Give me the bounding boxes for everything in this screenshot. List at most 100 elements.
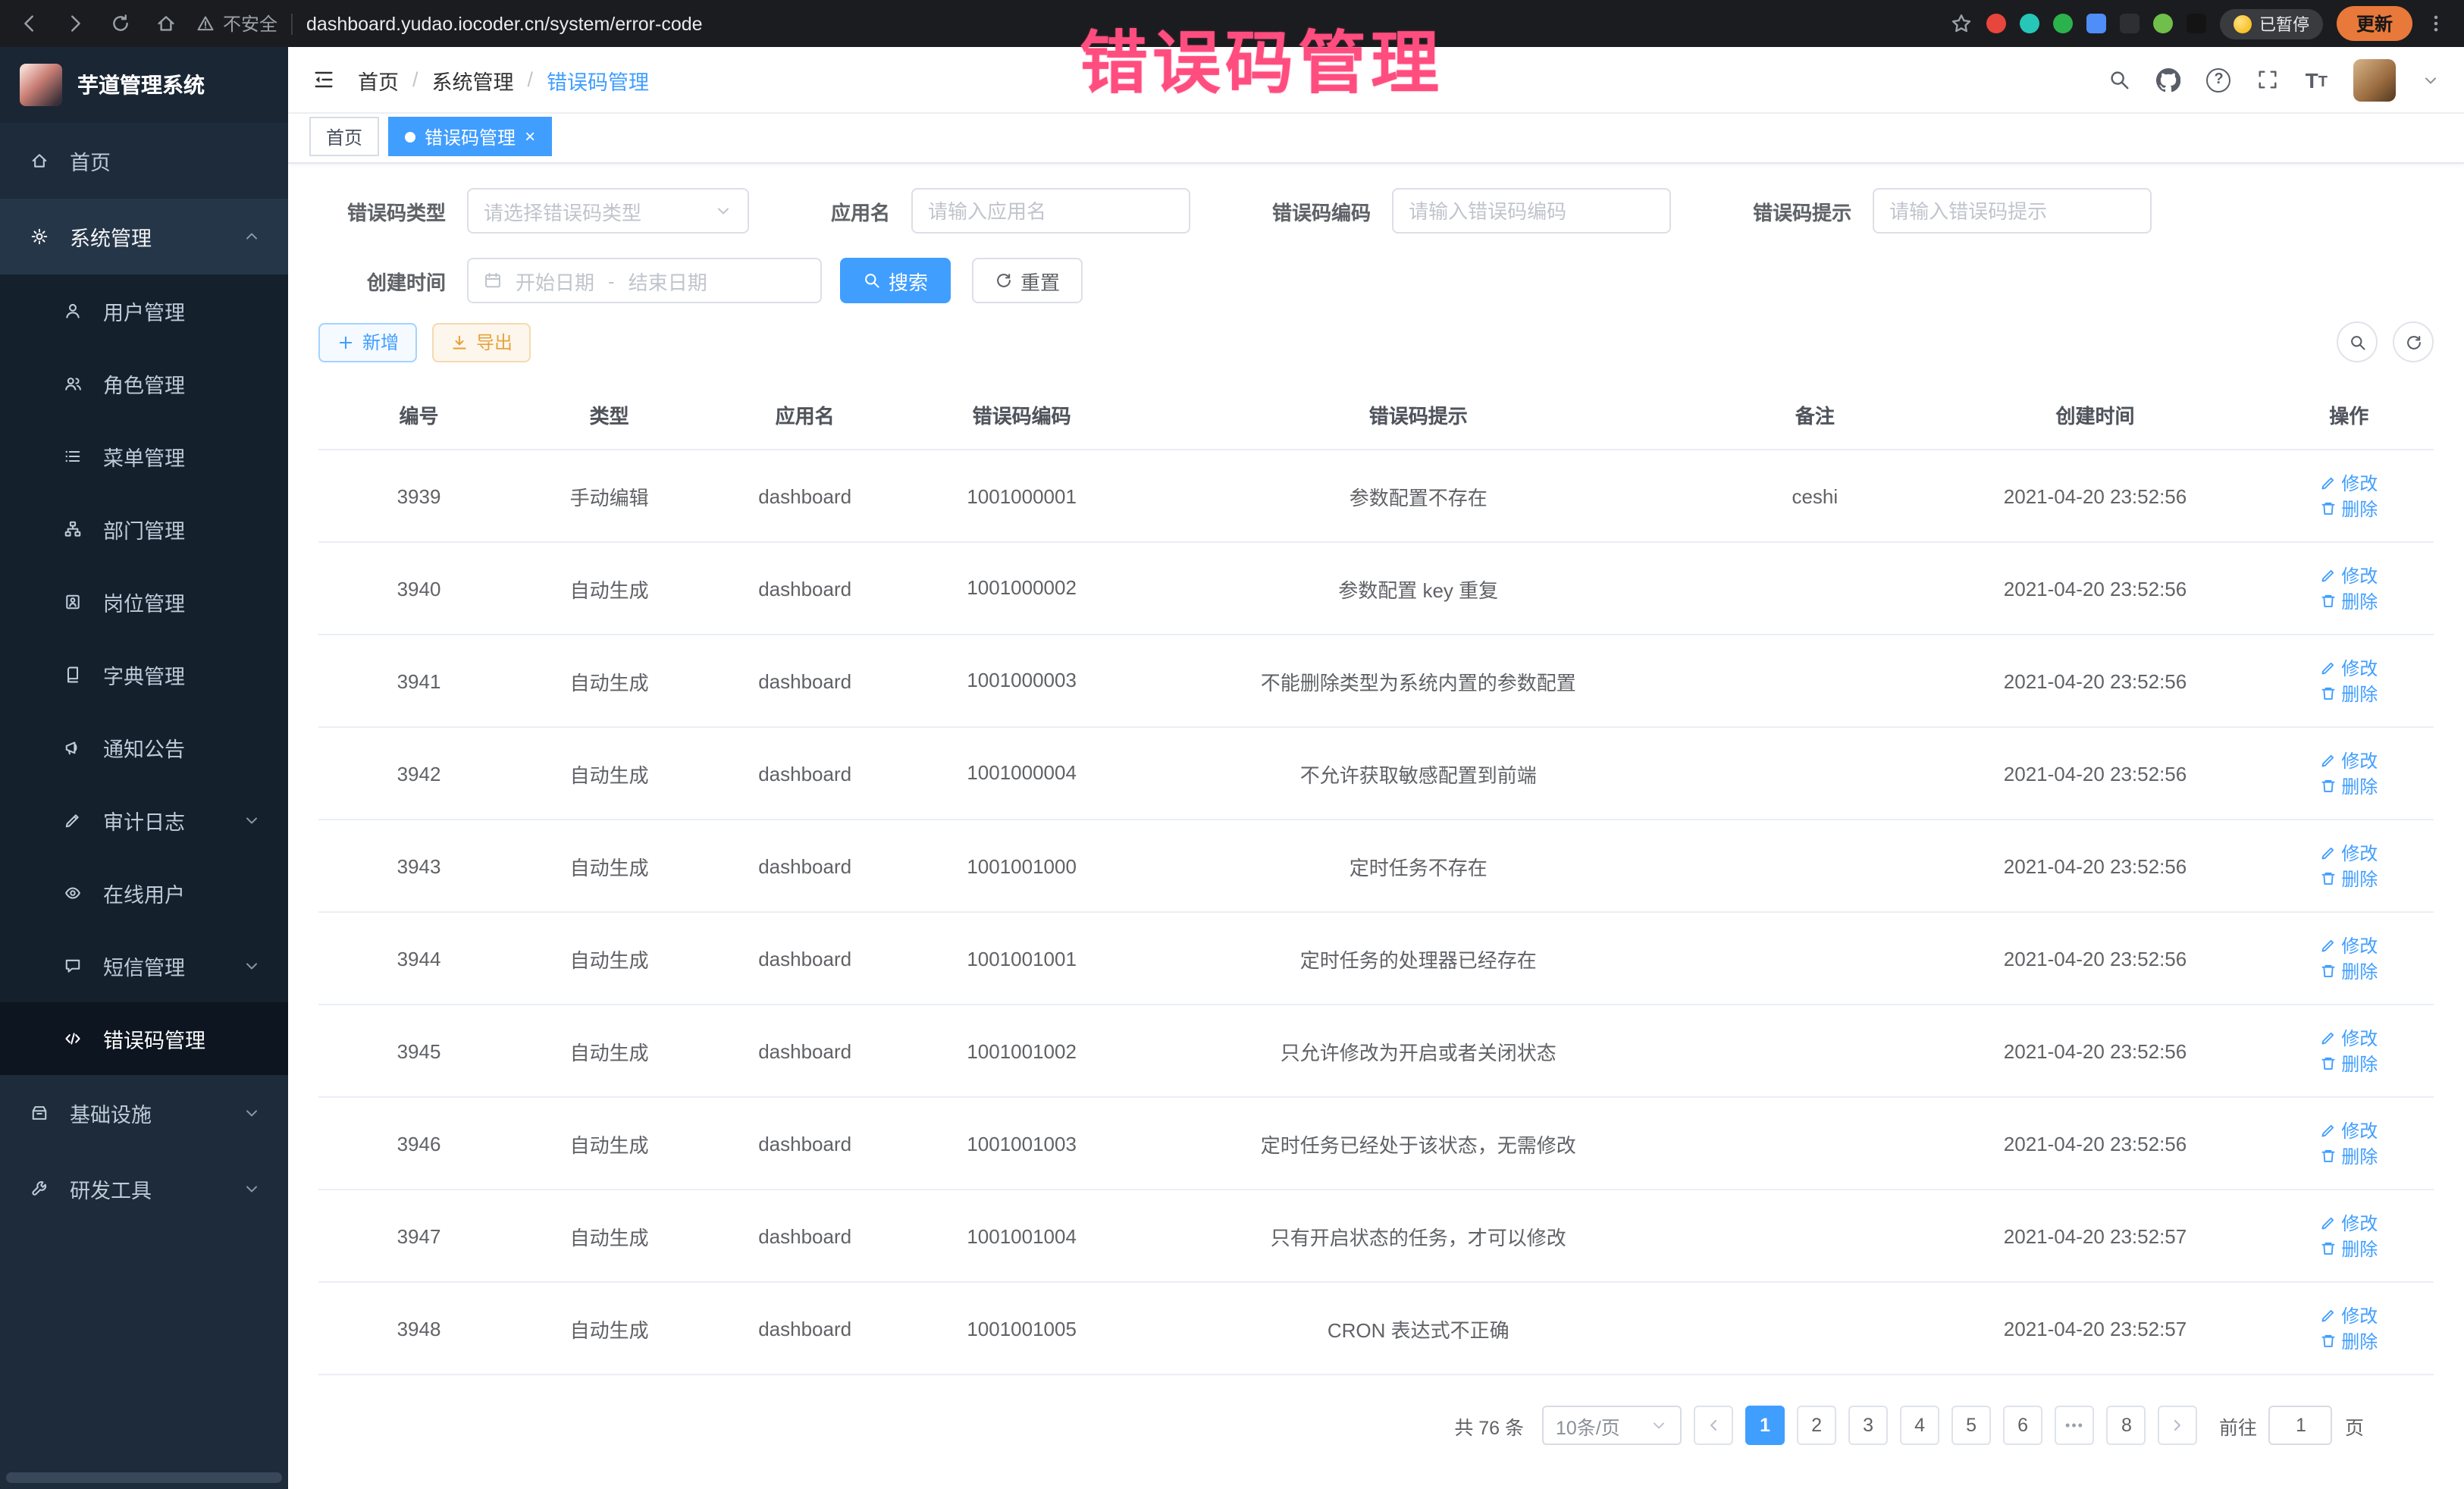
filter-label-hint: 错误码提示: [1753, 196, 1851, 225]
delete-link[interactable]: 删除: [2320, 773, 2378, 799]
tab-error-codes[interactable]: 错误码管理 ×: [388, 117, 552, 156]
update-button[interactable]: 更新: [2337, 6, 2412, 41]
edit-link[interactable]: 修改: [2320, 563, 2378, 588]
sidebar-item-dev-tools[interactable]: 研发工具: [0, 1151, 288, 1227]
search-icon[interactable]: [2108, 68, 2131, 91]
github-icon[interactable]: [2157, 67, 2181, 92]
url-text[interactable]: dashboard.yudao.iocoder.cn/system/error-…: [306, 13, 703, 34]
page-button[interactable]: 5: [1951, 1406, 1991, 1445]
error-hint-input[interactable]: [1873, 188, 2152, 234]
user-avatar[interactable]: [2353, 58, 2396, 101]
breadcrumb-system[interactable]: 系统管理: [432, 64, 514, 95]
table-toolbar: 新增 导出: [318, 321, 2434, 362]
page-button[interactable]: 6: [2003, 1406, 2042, 1445]
help-icon[interactable]: ?: [2207, 67, 2231, 92]
delete-link[interactable]: 删除: [2320, 1328, 2378, 1354]
search-button[interactable]: 搜索: [840, 258, 951, 303]
forward-icon[interactable]: [64, 12, 86, 35]
tab-home[interactable]: 首页: [309, 117, 379, 156]
home-icon[interactable]: [155, 12, 177, 35]
fullscreen-icon[interactable]: [2257, 68, 2280, 91]
extension-icon[interactable]: [2086, 14, 2106, 33]
page-button[interactable]: 3: [1848, 1406, 1888, 1445]
sidebar-item-error-codes[interactable]: 错误码管理: [0, 1002, 288, 1075]
prev-page-button[interactable]: [1694, 1406, 1733, 1445]
page-button[interactable]: 2: [1797, 1406, 1836, 1445]
page-button[interactable]: 4: [1900, 1406, 1939, 1445]
edit-link[interactable]: 修改: [2320, 655, 2378, 681]
sidebar-item-sms[interactable]: 短信管理: [0, 929, 288, 1002]
next-page-button[interactable]: [2158, 1406, 2198, 1445]
page-button[interactable]: 1: [1745, 1406, 1785, 1445]
sidebar-item-users[interactable]: 用户管理: [0, 274, 288, 347]
delete-link[interactable]: 删除: [2320, 866, 2378, 892]
error-code-input[interactable]: [1392, 188, 1671, 234]
sidebar-item-dicts[interactable]: 字典管理: [0, 638, 288, 711]
sidebar-scrollbar[interactable]: [6, 1472, 282, 1483]
close-icon[interactable]: ×: [525, 127, 535, 146]
paused-badge[interactable]: 已暂停: [2220, 8, 2323, 39]
page-button[interactable]: 8: [2107, 1406, 2146, 1445]
extension-icon[interactable]: [2053, 14, 2073, 33]
page-size-select[interactable]: 10条/页: [1542, 1406, 1682, 1445]
refresh-button[interactable]: [2393, 321, 2434, 362]
chevron-down-icon[interactable]: [2422, 71, 2440, 89]
delete-link[interactable]: 删除: [2320, 496, 2378, 522]
goto-page-input[interactable]: [2269, 1406, 2333, 1445]
extension-icon[interactable]: [2020, 14, 2039, 33]
reload-icon[interactable]: [109, 12, 132, 35]
delete-link[interactable]: 删除: [2320, 588, 2378, 614]
edit-link[interactable]: 修改: [2320, 1118, 2378, 1143]
security-warning[interactable]: 不安全: [196, 11, 277, 36]
delete-link[interactable]: 删除: [2320, 1143, 2378, 1169]
delete-link[interactable]: 删除: [2320, 1051, 2378, 1077]
address-bar[interactable]: 不安全 dashboard.yudao.iocoder.cn/system/er…: [196, 11, 1932, 36]
back-icon[interactable]: [18, 12, 41, 35]
divider: [291, 13, 293, 34]
export-button[interactable]: 导出: [432, 322, 531, 362]
sidebar-item-infrastructure[interactable]: 基础设施: [0, 1075, 288, 1151]
error-code-table: 编号 类型 应用名 错误码编码 错误码提示 备注 创建时间 操作 3939 手动…: [318, 381, 2434, 1375]
error-type-select[interactable]: 请选择错误码类型: [467, 188, 749, 234]
sidebar-item-home[interactable]: 首页: [0, 123, 288, 199]
edit-link[interactable]: 修改: [2320, 470, 2378, 496]
goto-label: 前往: [2219, 1411, 2257, 1440]
app-name-input[interactable]: [911, 188, 1190, 234]
sidebar-item-posts[interactable]: 岗位管理: [0, 566, 288, 638]
delete-link[interactable]: 删除: [2320, 681, 2378, 707]
edit-link[interactable]: 修改: [2320, 1025, 2378, 1051]
sidebar-item-system[interactable]: 系统管理: [0, 199, 288, 274]
show-search-button[interactable]: [2337, 321, 2378, 362]
edit-link[interactable]: 修改: [2320, 1210, 2378, 1236]
sidebar-item-menus[interactable]: 菜单管理: [0, 420, 288, 493]
date-range-picker[interactable]: 开始日期 - 结束日期: [467, 258, 822, 303]
reset-button[interactable]: 重置: [972, 258, 1083, 303]
app-logo[interactable]: 芋道管理系统: [0, 47, 288, 123]
edit-link[interactable]: 修改: [2320, 1302, 2378, 1328]
goto-unit: 页: [2345, 1411, 2364, 1440]
breadcrumb-home[interactable]: 首页: [358, 64, 399, 95]
security-label: 不安全: [223, 11, 277, 36]
more-pages-button[interactable]: •••: [2055, 1406, 2095, 1445]
sidebar-toggle-icon[interactable]: [312, 68, 335, 91]
extension-icon[interactable]: [2120, 14, 2140, 33]
sidebar-item-departments[interactable]: 部门管理: [0, 493, 288, 566]
add-button[interactable]: 新增: [318, 322, 417, 362]
edit-link[interactable]: 修改: [2320, 748, 2378, 773]
browser-menu-icon[interactable]: [2426, 14, 2446, 33]
edit-link[interactable]: 修改: [2320, 933, 2378, 958]
sidebar-item-audit-logs[interactable]: 审计日志: [0, 784, 288, 857]
delete-link[interactable]: 删除: [2320, 958, 2378, 984]
extension-icon[interactable]: [2187, 14, 2206, 33]
extension-icon[interactable]: [1986, 14, 2006, 33]
chevron-up-icon: [243, 227, 261, 246]
font-size-icon[interactable]: TT: [2306, 69, 2328, 90]
sidebar-item-online-users[interactable]: 在线用户: [0, 857, 288, 929]
edit-link[interactable]: 修改: [2320, 840, 2378, 866]
delete-link[interactable]: 删除: [2320, 1236, 2378, 1262]
sidebar-item-roles[interactable]: 角色管理: [0, 347, 288, 420]
chevron-down-icon: [243, 811, 261, 829]
bookmark-star-icon[interactable]: [1950, 12, 1973, 35]
sidebar-item-notices[interactable]: 通知公告: [0, 711, 288, 784]
extension-icon[interactable]: [2153, 14, 2173, 33]
